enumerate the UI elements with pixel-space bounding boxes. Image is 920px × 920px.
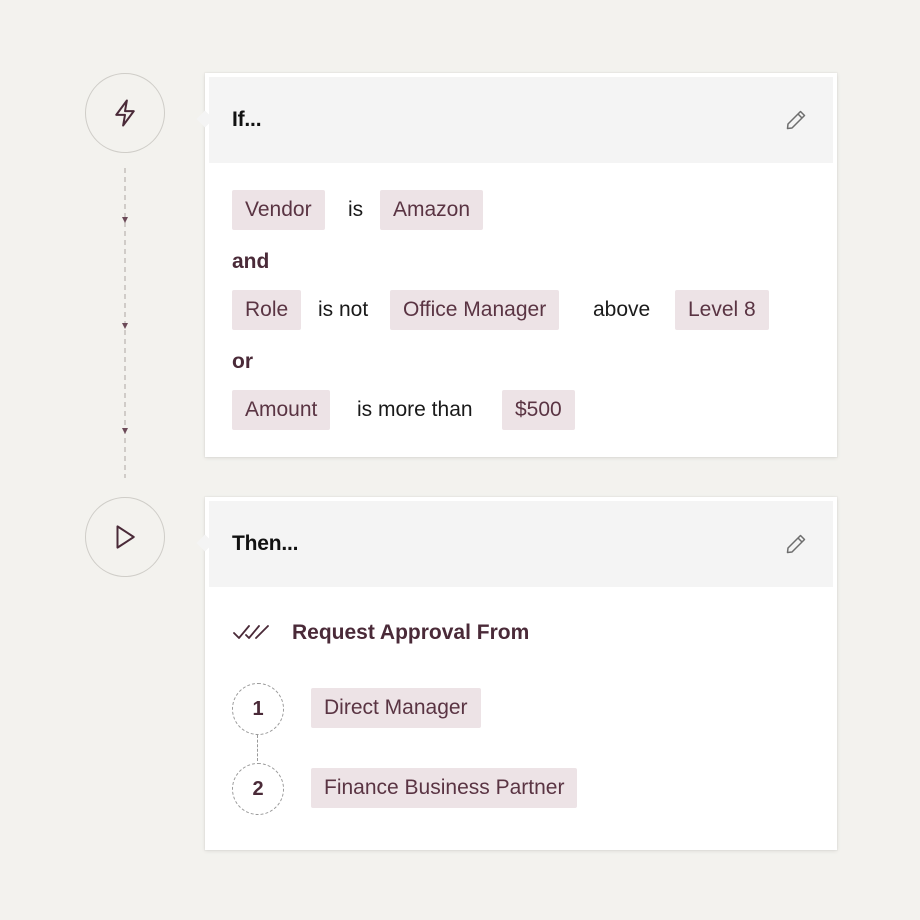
pencil-icon[interactable] — [783, 107, 809, 133]
condition-operator: is more than — [357, 398, 473, 421]
condition-field-tag[interactable]: Amount — [232, 390, 331, 430]
condition-operator: above — [593, 298, 651, 321]
approval-action-label: Request Approval From — [292, 621, 530, 644]
pencil-icon[interactable] — [783, 531, 809, 557]
if-node — [85, 73, 165, 153]
approver-tag[interactable]: Finance Business Partner — [311, 768, 578, 808]
if-card-header: If... — [209, 77, 833, 163]
conjunction-and: and — [232, 250, 270, 273]
play-icon — [116, 525, 135, 549]
step-number: 1 — [232, 683, 284, 735]
then-node — [85, 497, 165, 577]
step-connector — [257, 735, 258, 761]
condition-value-tag[interactable]: Office Manager — [390, 290, 560, 330]
lightning-icon — [115, 99, 135, 127]
step-number: 2 — [232, 763, 284, 815]
double-check-icon — [233, 625, 269, 639]
then-card-header: Then... — [209, 501, 833, 587]
condition-value-tag[interactable]: $500 — [502, 390, 575, 430]
if-card: If... Vendor is Amazon and Role is not O… — [205, 73, 837, 457]
condition-value-tag[interactable]: Amazon — [380, 190, 484, 230]
condition-operator: is not — [318, 298, 369, 321]
condition-field-tag[interactable]: Vendor — [232, 190, 325, 230]
approval-action: Request Approval From — [232, 621, 529, 645]
if-card-title: If... — [232, 108, 262, 131]
condition-operator: is — [348, 198, 364, 221]
condition-value-tag[interactable]: Level 8 — [675, 290, 769, 330]
conjunction-or: or — [232, 350, 253, 373]
timeline-connector — [122, 168, 128, 478]
then-card: Then... Request Approval From 1 Direct M… — [205, 497, 837, 850]
then-card-title: Then... — [232, 532, 299, 555]
condition-field-tag[interactable]: Role — [232, 290, 302, 330]
approver-tag[interactable]: Direct Manager — [311, 688, 481, 728]
